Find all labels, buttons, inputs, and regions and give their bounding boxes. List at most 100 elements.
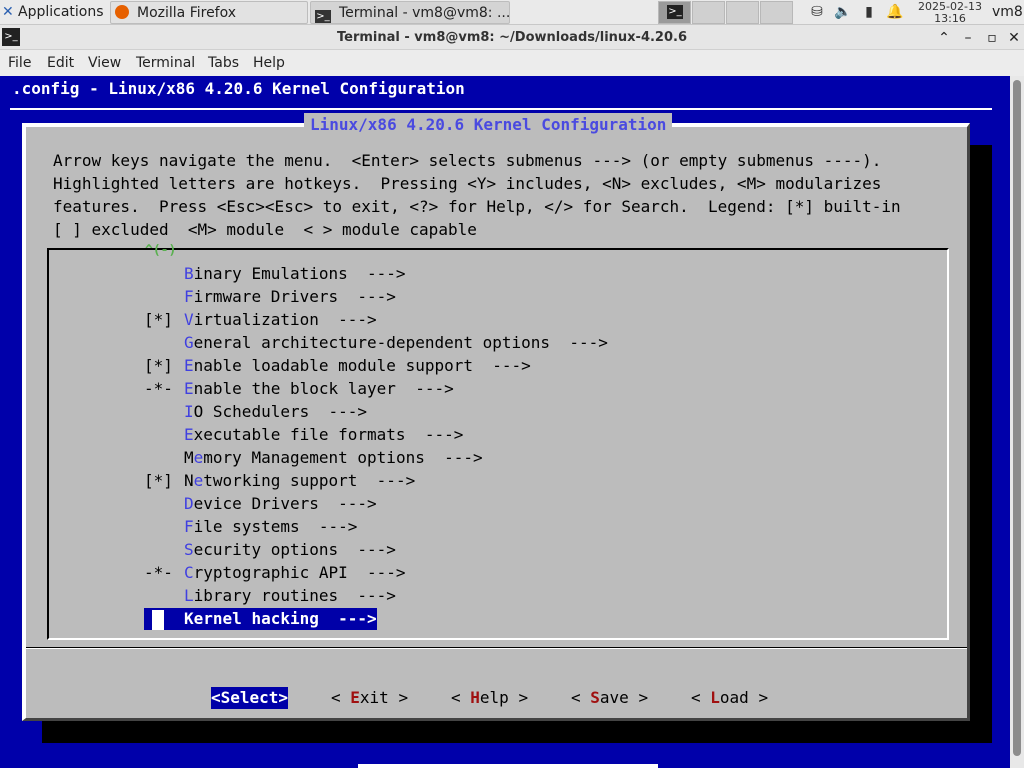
menu-item-hotkey: E: [184, 356, 194, 375]
menu-item[interactable]: [*] Virtualization --->: [144, 309, 377, 331]
battery-icon[interactable]: ▮: [860, 3, 878, 21]
menu-item-hotkey: S: [184, 540, 194, 559]
help-button[interactable]: < Help >: [451, 687, 528, 709]
menu-item-prefix: -*-: [144, 563, 173, 582]
taskbar-firefox[interactable]: Mozilla Firefox: [110, 1, 308, 24]
menu-item[interactable]: -*- Enable the block layer --->: [144, 378, 454, 400]
menu-item-label-pre: M: [184, 448, 194, 467]
menu-item-hotkey: e: [193, 471, 204, 490]
menu-item-hotkey: L: [184, 586, 194, 605]
menu-view[interactable]: View: [88, 50, 121, 76]
help-text-line: Arrow keys navigate the menu. <Enter> se…: [53, 151, 882, 170]
network-icon[interactable]: ⛁: [808, 3, 826, 21]
menu-item-hotkey: E: [184, 425, 194, 444]
workspace-2[interactable]: [692, 1, 725, 24]
menu-item[interactable]: -*- Cryptographic API --->: [144, 562, 406, 584]
help-text-line: Highlighted letters are hotkeys. Pressin…: [53, 174, 882, 193]
window-titlebar[interactable]: >_ Terminal - vm8@vm8: ~/Downloads/linux…: [0, 25, 1024, 50]
menu-item[interactable]: Memory Management options --->: [144, 447, 483, 469]
divider: [358, 764, 658, 768]
menu-item-label: irtualization --->: [193, 310, 377, 329]
menu-item-label: ile systems --->: [193, 517, 358, 536]
dialog-title: Linux/x86 4.20.6 Kernel Configuration: [304, 113, 673, 137]
taskbar-terminal[interactable]: >_ Terminal - vm8@vm8: ...: [310, 1, 510, 24]
menu-item-prefix: [*]: [144, 471, 173, 490]
menu-item[interactable]: [*] Enable loadable module support --->: [144, 355, 531, 377]
workspace-1[interactable]: >_: [658, 1, 691, 24]
menu-item-label: ibrary routines --->: [193, 586, 396, 605]
menu-item[interactable]: Firmware Drivers --->: [144, 286, 396, 308]
menu-item-hotkey: F: [184, 517, 194, 536]
menubar: File Edit View Terminal Tabs Help: [0, 50, 1024, 76]
menu-item-label: eneral architecture-dependent options --…: [193, 333, 608, 352]
terminal-scrollbar[interactable]: [1010, 76, 1024, 768]
window-title: Terminal - vm8@vm8: ~/Downloads/linux-4.…: [337, 30, 687, 45]
menu-item-hotkey: B: [184, 264, 194, 283]
menu-help[interactable]: Help: [253, 50, 285, 76]
menu-item-label: tworking support --->: [203, 471, 416, 490]
menu-item[interactable]: Library routines --->: [144, 585, 396, 607]
menu-item-hotkey: G: [184, 333, 194, 352]
maximize-button[interactable]: ▫: [982, 28, 1002, 48]
menu-item-prefix: [*]: [144, 356, 173, 375]
menu-item-label: ernel hacking --->: [193, 609, 377, 628]
help-text-line: features. Press <Esc><Esc> to exit, <?> …: [53, 197, 901, 216]
menu-item-hotkey: e: [193, 448, 204, 467]
menu-item[interactable]: Executable file formats --->: [144, 424, 463, 446]
divider: [10, 108, 992, 110]
chevron-up-icon[interactable]: ⌃: [934, 28, 954, 48]
menu-item[interactable]: File systems --->: [144, 516, 357, 538]
applications-menu-button[interactable]: ✕ Applications: [2, 1, 110, 24]
close-button[interactable]: ✕: [1004, 28, 1024, 48]
cursor-block: [152, 609, 164, 630]
menu-item[interactable]: General architecture-dependent options -…: [144, 332, 608, 354]
menu-terminal[interactable]: Terminal: [136, 50, 195, 76]
menu-item-hotkey: C: [184, 563, 194, 582]
minimize-button[interactable]: –: [958, 28, 978, 48]
menu-item-label: O Schedulers --->: [193, 402, 368, 421]
select-button[interactable]: <Select>: [211, 687, 289, 709]
menu-item-hotkey: D: [184, 494, 194, 513]
workspace-4[interactable]: [760, 1, 793, 24]
menu-item[interactable]: Binary Emulations --->: [144, 263, 406, 285]
menu-item-hotkey: I: [184, 402, 194, 421]
menu-item-prefix: [144, 608, 184, 630]
menu-item[interactable]: Device Drivers --->: [144, 493, 377, 515]
menu-item[interactable]: Security options --->: [144, 539, 396, 561]
menu-item-label: ecurity options --->: [193, 540, 396, 559]
menu-item-hotkey: E: [184, 379, 194, 398]
exit-button[interactable]: < Exit >: [331, 687, 408, 709]
button-separator: [26, 647, 967, 649]
menu-item[interactable]: [*] Networking support --->: [144, 470, 415, 492]
scroll-up-indicator: ^(-): [145, 243, 177, 258]
menu-item-hotkey: K: [184, 609, 194, 628]
save-button[interactable]: < Save >: [571, 687, 648, 709]
menu-item-prefix: [*]: [144, 310, 173, 329]
load-button[interactable]: < Load >: [691, 687, 768, 709]
workspace-3[interactable]: [726, 1, 759, 24]
menu-item-label: nable loadable module support --->: [193, 356, 531, 375]
menu-edit[interactable]: Edit: [47, 50, 74, 76]
menu-file[interactable]: File: [8, 50, 31, 76]
menuconfig-dialog: Linux/x86 4.20.6 Kernel Configuration Ar…: [22, 113, 970, 721]
config-title: .config - Linux/x86 4.20.6 Kernel Config…: [12, 79, 465, 98]
notification-bell-icon[interactable]: 🔔: [886, 3, 904, 21]
menu-item-label: evice Drivers --->: [193, 494, 377, 513]
clock[interactable]: 2025-02-13 13:16: [914, 0, 986, 25]
help-text-line: [ ] excluded <M> module < > module capab…: [53, 220, 477, 239]
volume-icon[interactable]: 🔈: [834, 3, 852, 21]
menu-item-label: nable the block layer --->: [193, 379, 454, 398]
terminal-icon: >_: [315, 10, 331, 23]
menu-list: ^(-) Binary Emulations ---> Firmware Driv…: [47, 244, 949, 640]
scrollbar-thumb[interactable]: [1013, 80, 1021, 756]
menu-item-label: ryptographic API --->: [193, 563, 406, 582]
terminal-view[interactable]: .config - Linux/x86 4.20.6 Kernel Config…: [0, 76, 1010, 768]
xfce-logo-icon: ✕: [2, 4, 14, 20]
menu-item-label: xecutable file formats --->: [193, 425, 464, 444]
menu-item[interactable]: IO Schedulers --->: [144, 401, 367, 423]
menu-item-selected[interactable]: Kernel hacking --->: [144, 608, 377, 630]
user-menu[interactable]: vm8: [992, 0, 1023, 25]
top-panel: ✕ Applications Mozilla Firefox >_ Terminal…: [0, 0, 1024, 25]
terminal-icon: >_: [667, 5, 683, 19]
menu-tabs[interactable]: Tabs: [208, 50, 239, 76]
